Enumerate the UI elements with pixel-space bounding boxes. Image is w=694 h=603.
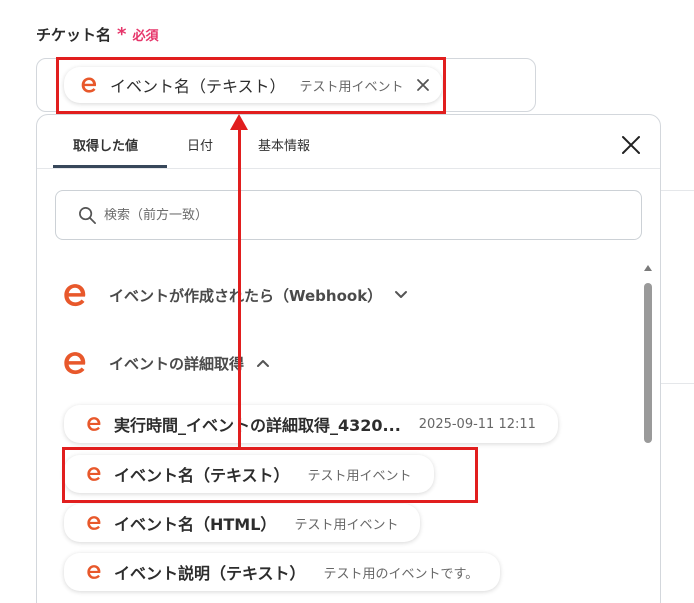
tabs-divider: [37, 168, 660, 169]
tab-acquired-values[interactable]: 取得した値: [73, 135, 138, 154]
item-label: イベント説明（テキスト）: [114, 564, 306, 583]
field-label: チケット名 * 必須: [36, 24, 158, 45]
search-field[interactable]: [55, 190, 642, 240]
highlight-box-selected-token: [56, 57, 446, 114]
section-title: イベントが作成されたら（Webhook）: [109, 286, 383, 305]
list-item[interactable]: イベント名（HTML） テスト用イベント: [64, 504, 421, 542]
required-star: *: [117, 24, 127, 45]
chevron-down-icon: [395, 291, 408, 298]
item-value: 2025-09-11 12:11: [418, 416, 536, 432]
search-input[interactable]: [104, 207, 584, 223]
item-value: テスト用イベント: [294, 517, 399, 533]
list-item[interactable]: 実行時間_イベントの詳細取得_4320... 2025-09-11 12:11: [64, 405, 558, 443]
background-divider: [661, 190, 694, 191]
item-label: イベント名（HTML）: [114, 515, 277, 534]
list-item[interactable]: イベント説明（テキスト） テスト用のイベントです。: [64, 553, 501, 591]
annotation-arrow-line: [238, 128, 241, 448]
search-icon: [79, 206, 96, 224]
e-brand-icon: [87, 565, 101, 579]
item-value: テスト用のイベントです。: [323, 566, 479, 582]
required-badge: 必須: [132, 29, 159, 44]
field-label-text: チケット名: [36, 26, 112, 44]
e-brand-icon: [87, 417, 101, 431]
e-brand-icon: [64, 352, 86, 375]
section-webhook-trigger[interactable]: イベントが作成されたら（Webhook）: [59, 279, 408, 311]
scroll-thumb[interactable]: [644, 283, 652, 443]
scrollbar[interactable]: [643, 265, 653, 603]
background-divider: [661, 383, 694, 384]
item-label: 実行時間_イベントの詳細取得_4320...: [114, 416, 401, 435]
e-brand-icon: [87, 516, 101, 530]
annotation-arrow-head: [230, 114, 248, 130]
section-title: イベントの詳細取得: [109, 354, 245, 373]
scroll-up-arrow-icon[interactable]: [644, 265, 652, 271]
e-brand-icon: [64, 284, 86, 307]
tab-date[interactable]: 日付: [187, 135, 213, 154]
chevron-up-icon: [257, 360, 270, 367]
close-icon[interactable]: [621, 135, 641, 155]
tab-basic-info[interactable]: 基本情報: [258, 135, 310, 154]
highlight-box-source-item: [62, 447, 478, 503]
